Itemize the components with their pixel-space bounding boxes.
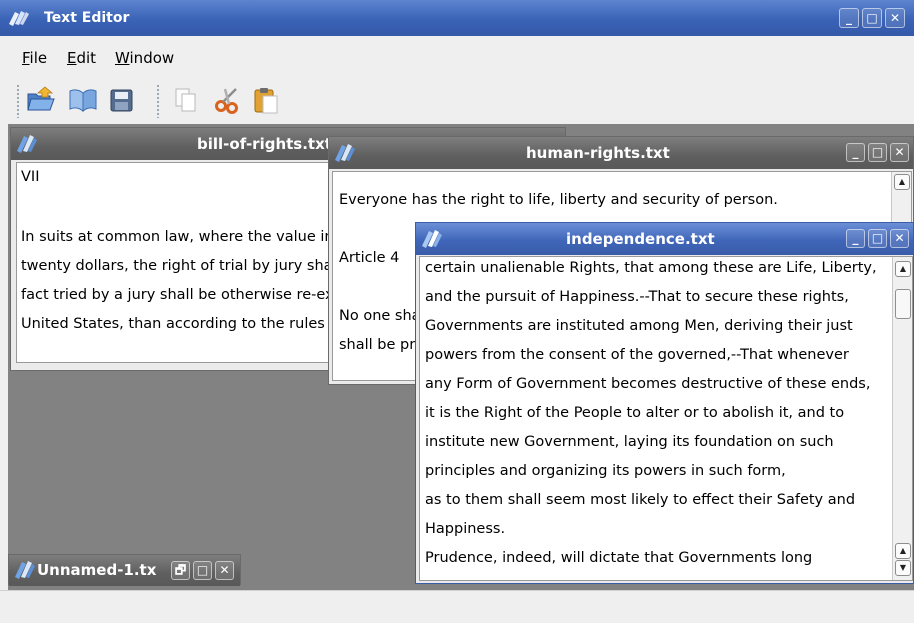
text-line: VII [21,169,40,185]
books-icon [333,140,357,168]
minimize-button[interactable]: _ [846,229,865,248]
menu-window[interactable]: Window [115,49,174,67]
menu-edit-label: dit [76,49,97,67]
paste-clipboard-icon[interactable] [250,85,282,115]
bill-of-rights-title: bill-of-rights.txt [197,135,332,153]
maximize-button[interactable]: □ [868,143,887,162]
close-button[interactable]: ✕ [890,143,909,162]
text-line: certain unalienable Rights, that among t… [425,260,877,276]
text-line: Governments are instituted among Men, de… [425,318,853,334]
maximize-button[interactable]: □ [862,8,882,28]
text-line: Article 4 [339,250,400,266]
unnamed-title: Unnamed-1.tx [37,561,157,579]
independence-text-area[interactable]: certain unalienable Rights, that among t… [419,256,913,581]
text-line: powers from the consent of the governed,… [425,347,849,363]
unnamed-minimized-window[interactable]: Unnamed-1.tx 🗗 □ ✕ [8,554,241,586]
books-icon [15,131,39,159]
menu-file[interactable]: File [22,49,47,67]
scroll-up-icon[interactable]: ▲ [895,543,911,559]
independence-window[interactable]: independence.txt _ □ ✕ certain unalienab… [415,222,914,584]
menu-window-mnemonic: W [115,49,130,67]
text-line: as to them shall seem most likely to eff… [425,492,856,508]
restore-button[interactable]: 🗗 [171,561,190,580]
menu-edit[interactable]: Edit [67,49,96,67]
minimize-button[interactable]: _ [839,8,859,28]
scroll-up-icon[interactable]: ▲ [894,174,910,190]
text-line: it is the Right of the People to alter o… [425,405,845,421]
vertical-scrollbar[interactable]: ▲ ▲ ▼ [892,257,912,580]
books-icon [13,557,37,585]
books-icon [420,226,444,254]
text-line: and the pursuit of Happiness.--That to s… [425,289,849,305]
status-bar [0,590,914,623]
text-line: principles and organizing its powers in … [425,463,786,479]
human-rights-title-bar[interactable]: human-rights.txt _ □ ✕ [329,137,913,169]
maximize-button[interactable]: □ [193,561,212,580]
app-title-bar[interactable]: Text Editor _ □ ✕ [0,0,914,36]
maximize-button[interactable]: □ [868,229,887,248]
toolbar [0,76,914,124]
save-disk-icon[interactable] [105,85,137,115]
toolbar-grip-2[interactable] [156,84,160,118]
copy-icon[interactable] [170,85,202,115]
cut-scissors-icon[interactable] [212,85,244,115]
text-line: Happiness. [425,521,506,537]
independence-title-bar[interactable]: independence.txt _ □ ✕ [416,223,913,255]
close-button[interactable]: ✕ [890,229,909,248]
text-line: any Form of Government becomes destructi… [425,376,871,392]
scroll-up-icon[interactable]: ▲ [895,261,911,277]
scrollbar-thumb[interactable] [895,289,911,319]
open-book-icon[interactable] [67,85,99,115]
text-line: Everyone has the right to life, liberty … [339,192,778,208]
menu-file-label: ile [29,49,48,67]
menu-window-label: indow [129,49,175,67]
scroll-down-icon[interactable]: ▼ [895,560,911,576]
close-button[interactable]: ✕ [215,561,234,580]
text-line: institute new Government, laying its fou… [425,434,834,450]
unnamed-title-bar[interactable]: Unnamed-1.tx 🗗 □ ✕ [9,555,240,586]
menu-file-mnemonic: F [22,49,30,67]
menu-bar: File Edit Window [0,36,914,76]
open-folder-icon[interactable] [25,85,57,115]
independence-title: independence.txt [566,230,715,248]
toolbar-grip[interactable] [16,84,20,118]
text-line: Prudence, indeed, will dictate that Gove… [425,550,813,566]
app-title: Text Editor [44,10,130,26]
app-books-icon [8,9,30,31]
human-rights-title: human-rights.txt [526,144,670,162]
close-button[interactable]: ✕ [885,8,905,28]
minimize-button[interactable]: _ [846,143,865,162]
